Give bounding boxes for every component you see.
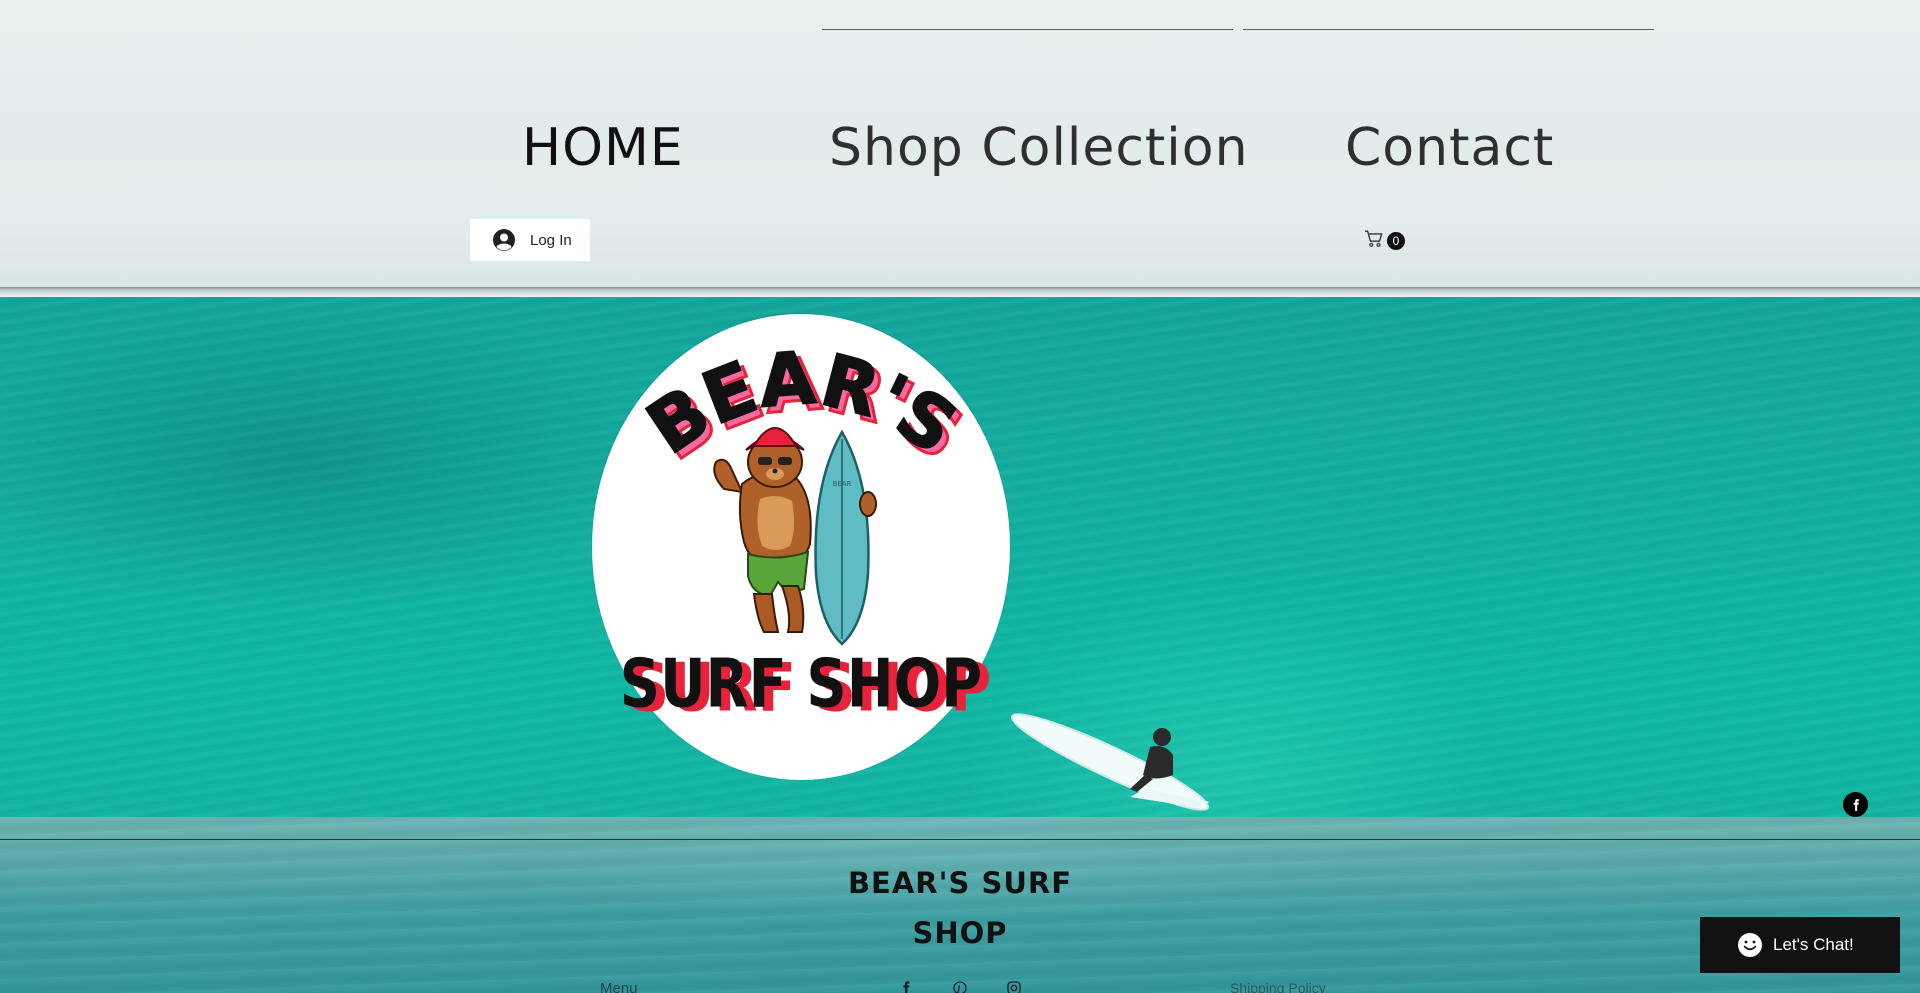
footer-pinterest-icon[interactable]	[952, 980, 968, 993]
footer-menu-link[interactable]: Menu	[600, 980, 638, 993]
footer-facebook-icon[interactable]	[898, 980, 914, 993]
smiley-chat-icon	[1738, 933, 1762, 957]
cart-count-badge: 0	[1387, 232, 1405, 250]
social-bar	[1843, 792, 1868, 817]
nav-contact[interactable]: Contact	[1345, 118, 1554, 178]
logo-bottom-text: SURF SHOP	[620, 644, 982, 722]
chat-label: Let's Chat!	[1773, 935, 1854, 954]
footer-divider	[0, 839, 1920, 840]
nav-shop-collection[interactable]: Shop Collection	[829, 118, 1249, 178]
facebook-icon[interactable]	[1843, 792, 1868, 817]
footer-brand-title: BEAR'S SURF SHOP	[820, 858, 1100, 958]
footer-title-line2: SHOP	[912, 916, 1008, 950]
login-label: Log In	[530, 231, 572, 249]
hero-section: BEAR'S BEAR'S BEAR SURF SHOP SURF SHOP	[0, 297, 1920, 817]
login-button[interactable]: Log In	[470, 219, 590, 261]
cart-icon	[1364, 230, 1383, 247]
header-shadow	[0, 287, 1920, 297]
footer-instagram-icon[interactable]	[1006, 980, 1022, 993]
footer-title-line1: BEAR'S SURF	[847, 866, 1073, 900]
surfer-on-longboard-image	[1010, 713, 1210, 811]
surfboard-label: BEAR	[833, 480, 852, 488]
header-divider-right	[1243, 29, 1654, 30]
logo-graphic: BEAR'S BEAR'S BEAR SURF SHOP SURF SHOP	[620, 335, 991, 727]
surfboard-icon: BEAR	[814, 429, 877, 646]
site-header: HOME Shop Collection Contact Log In 0	[0, 0, 1920, 297]
lets-chat-button[interactable]: Let's Chat!	[1700, 917, 1900, 973]
cart-button[interactable]: 0	[1364, 229, 1406, 251]
header-divider-left	[822, 29, 1233, 30]
footer-shipping-policy-link[interactable]: Shipping Policy	[1230, 980, 1326, 993]
bears-surf-shop-logo: BEAR'S BEAR'S BEAR SURF SHOP SURF SHOP	[592, 314, 1010, 780]
bear-mascot-icon	[713, 427, 812, 633]
main-nav: HOME Shop Collection Contact	[0, 118, 1920, 188]
nav-home[interactable]: HOME	[522, 118, 684, 178]
user-avatar-icon	[493, 229, 515, 251]
footer-social-bar	[898, 980, 1060, 993]
